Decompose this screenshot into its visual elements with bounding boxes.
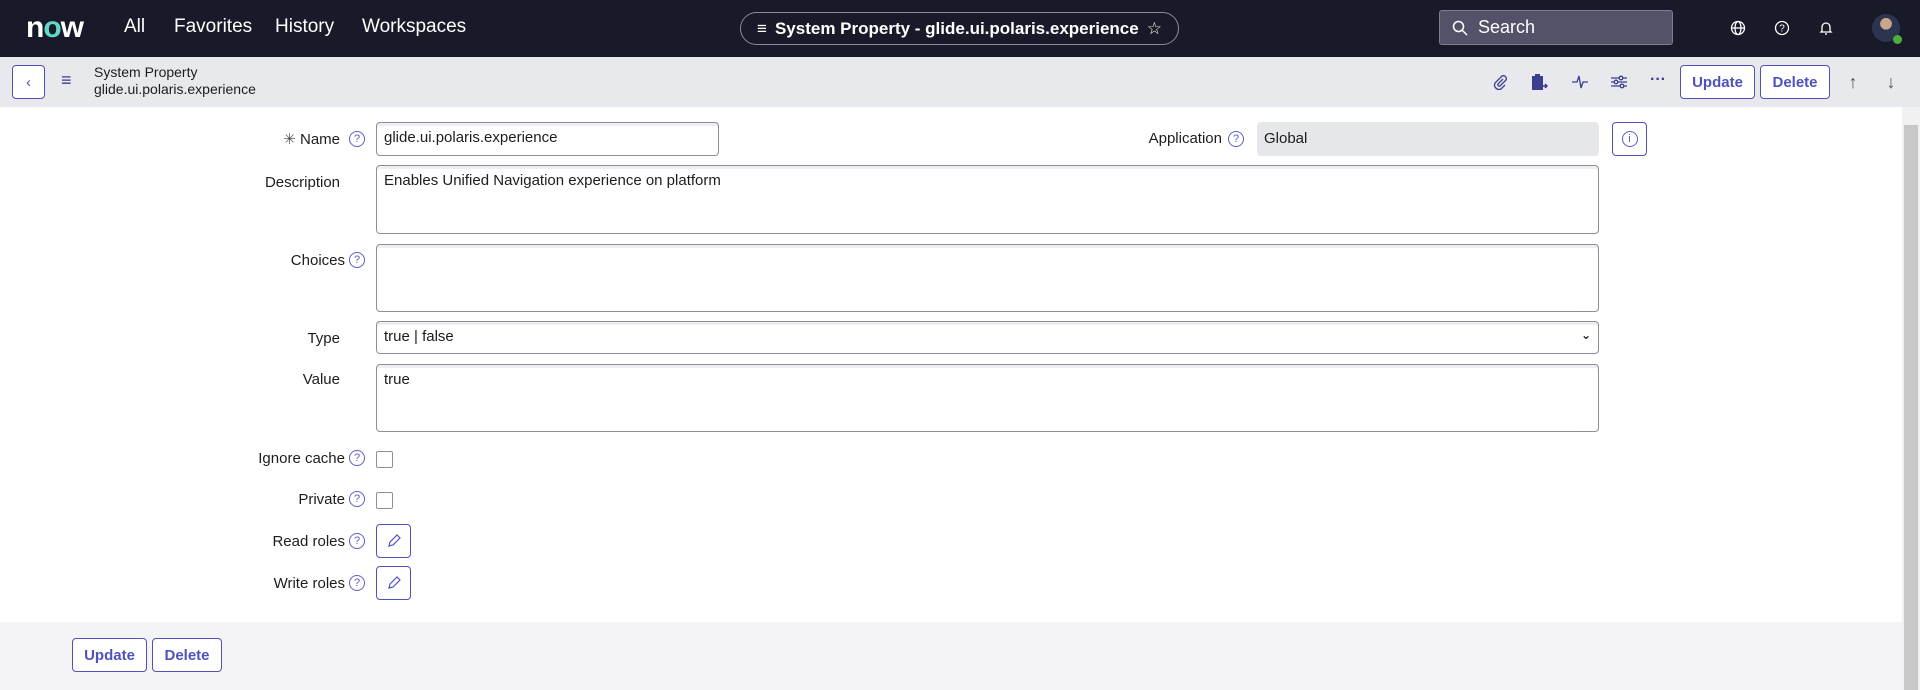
private-checkbox[interactable] <box>376 492 393 509</box>
context-title-pill[interactable]: ≡ System Property - glide.ui.polaris.exp… <box>740 12 1179 45</box>
pencil-icon <box>387 576 401 589</box>
form-footer: Update Delete <box>0 622 1902 690</box>
more-options-icon[interactable]: ··· <box>1646 68 1670 92</box>
type-selected-value: true | false <box>384 328 454 345</box>
star-icon[interactable]: ☆ <box>1147 19 1162 39</box>
write-roles-label: Write roles <box>273 575 345 592</box>
application-field: Global <box>1257 122 1599 156</box>
clipboard-export-icon[interactable] <box>1527 70 1551 94</box>
top-navigation-bar: now All Favorites History Workspaces ≡ S… <box>0 0 1920 57</box>
nav-all[interactable]: All <box>124 16 145 38</box>
help-icon[interactable]: ? <box>349 450 365 466</box>
hamburger-menu-icon[interactable]: ≡ <box>61 70 72 91</box>
activity-pulse-icon[interactable] <box>1568 70 1592 94</box>
help-icon[interactable]: ? <box>1228 131 1244 147</box>
update-button-footer[interactable]: Update <box>72 638 147 672</box>
ignore-cache-checkbox[interactable] <box>376 451 393 468</box>
required-icon: ✳ <box>283 131 300 148</box>
nav-favorites[interactable]: Favorites <box>174 16 252 38</box>
list-icon: ≡ <box>757 18 767 38</box>
description-textarea[interactable]: Enables Unified Navigation experience on… <box>376 165 1599 234</box>
scrollbar-thumb[interactable] <box>1904 125 1918 690</box>
context-title: System Property - glide.ui.polaris.exper… <box>774 18 1139 38</box>
info-button[interactable]: i <box>1612 122 1647 156</box>
sliders-icon[interactable] <box>1607 70 1631 94</box>
arrow-up-icon[interactable]: ↑ <box>1841 70 1865 94</box>
name-label: Name <box>299 131 340 148</box>
help-icon[interactable]: ? <box>349 131 365 147</box>
search-input[interactable]: Search <box>1439 10 1673 45</box>
help-icon[interactable]: ? <box>349 533 365 549</box>
svg-text:?: ? <box>1779 24 1785 35</box>
search-placeholder: Search <box>1478 17 1536 37</box>
edit-write-roles-button[interactable] <box>376 566 411 600</box>
info-icon: i <box>1621 131 1638 147</box>
value-textarea[interactable]: true <box>376 364 1599 432</box>
type-select[interactable]: true | false ⌄ <box>376 321 1599 354</box>
user-avatar[interactable] <box>1872 14 1902 44</box>
private-label: Private <box>298 491 345 508</box>
value-label: Value <box>302 371 340 388</box>
record-type: System Property <box>94 64 198 80</box>
record-name: glide.ui.polaris.experience <box>94 81 256 97</box>
chevron-down-icon: ⌄ <box>1580 328 1591 342</box>
form-header: ‹ ≡ System Property glide.ui.polaris.exp… <box>0 57 1920 107</box>
globe-icon[interactable] <box>1726 16 1750 40</box>
help-icon[interactable]: ? <box>349 575 365 591</box>
nav-history[interactable]: History <box>275 16 334 38</box>
application-label: Application <box>1148 130 1222 147</box>
status-online-icon <box>1893 35 1902 44</box>
edit-read-roles-button[interactable] <box>376 524 411 558</box>
choices-label: Choices <box>290 252 345 269</box>
search-icon <box>1452 20 1468 36</box>
choices-textarea[interactable] <box>376 244 1599 312</box>
name-label-row: ✳ Name <box>20 130 340 148</box>
name-input[interactable]: glide.ui.polaris.experience <box>376 122 719 156</box>
arrow-down-icon[interactable]: ↓ <box>1879 70 1903 94</box>
update-button-header[interactable]: Update <box>1680 65 1755 99</box>
delete-button-footer[interactable]: Delete <box>152 638 222 672</box>
description-label: Description <box>264 174 340 191</box>
help-icon[interactable]: ? <box>349 252 365 268</box>
read-roles-label: Read roles <box>272 533 345 550</box>
paperclip-icon[interactable] <box>1488 70 1512 94</box>
servicenow-logo[interactable]: now <box>26 11 84 45</box>
ignore-cache-label: Ignore cache <box>258 450 345 467</box>
nav-workspaces[interactable]: Workspaces <box>362 16 466 38</box>
delete-button-header[interactable]: Delete <box>1760 65 1830 99</box>
chevron-left-icon: ‹ <box>26 73 31 91</box>
pencil-icon <box>387 534 401 547</box>
help-icon[interactable]: ? <box>349 491 365 507</box>
back-button[interactable]: ‹ <box>12 65 45 99</box>
bell-icon[interactable] <box>1814 16 1838 40</box>
vertical-scrollbar[interactable] <box>1902 107 1920 690</box>
type-label: Type <box>307 330 340 347</box>
help-icon[interactable]: ? <box>1770 16 1794 40</box>
